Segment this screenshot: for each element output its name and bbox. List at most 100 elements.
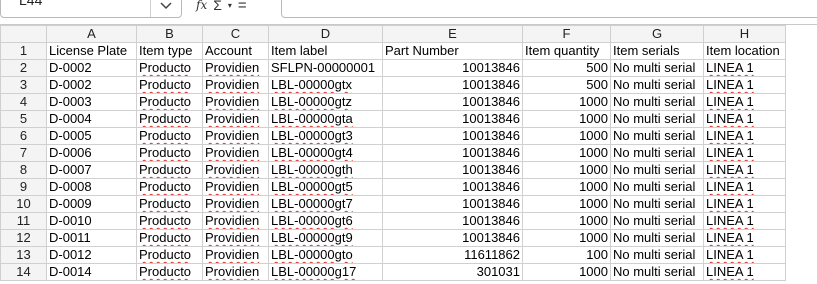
row-header[interactable]: 13 [0, 246, 47, 264]
cell-item-quantity[interactable]: 1000 [522, 127, 611, 145]
header-cell-item-quantity[interactable]: Item quantity [522, 42, 611, 60]
cell-part-number[interactable]: 10013846 [382, 144, 523, 162]
cell-part-number[interactable]: 10013846 [382, 76, 523, 94]
cell-item-location[interactable]: LINEA 1 [703, 178, 786, 196]
cell-item-quantity[interactable]: 1000 [522, 212, 611, 230]
cell-item-label[interactable]: LBL-00000gtx [268, 76, 383, 94]
column-header-g[interactable]: G [610, 25, 704, 43]
column-header-b[interactable]: B [136, 25, 203, 43]
cell-account[interactable]: Providien [202, 59, 269, 77]
cell-item-location[interactable]: LINEA 1 [703, 110, 786, 128]
cell-item-label[interactable]: LBL-00000gth [268, 161, 383, 179]
cell-item-label[interactable]: LBL-00000gt4 [268, 144, 383, 162]
cell-item-quantity[interactable]: 500 [522, 59, 611, 77]
cell-account[interactable]: Providien [202, 212, 269, 230]
function-wizard-icon[interactable]: fx [196, 0, 207, 12]
cell-item-type[interactable]: Producto [136, 246, 203, 264]
select-all-corner[interactable] [0, 25, 47, 43]
cell-item-quantity[interactable]: 1000 [522, 161, 611, 179]
cell-item-location[interactable]: LINEA 1 [703, 59, 786, 77]
cell-item-quantity[interactable]: 1000 [522, 110, 611, 128]
row-header[interactable]: 14 [0, 263, 47, 281]
cell-item-serials[interactable]: No multi serial [610, 178, 704, 196]
cell-part-number[interactable]: 10013846 [382, 161, 523, 179]
cell-item-type[interactable]: Producto [136, 263, 203, 281]
cell-account[interactable]: Providien [202, 263, 269, 281]
cell-license-plate[interactable]: D-0012 [46, 246, 137, 264]
cell-item-quantity[interactable]: 1000 [522, 195, 611, 213]
header-cell-item-label[interactable]: Item label [268, 42, 383, 60]
column-header-a[interactable]: A [46, 25, 137, 43]
cell-item-label[interactable]: LBL-00000gta [268, 110, 383, 128]
cell-item-quantity[interactable]: 1000 [522, 229, 611, 247]
cell-item-quantity[interactable]: 1000 [522, 144, 611, 162]
column-header-h[interactable]: H [703, 25, 786, 43]
cell-account[interactable]: Providien [202, 161, 269, 179]
header-cell-item-serials[interactable]: Item serials [610, 42, 704, 60]
cell-item-type[interactable]: Producto [136, 110, 203, 128]
sum-icon[interactable]: Σ [213, 0, 222, 13]
formula-icon[interactable]: = [238, 0, 247, 14]
cell-item-quantity[interactable]: 100 [522, 246, 611, 264]
row-header[interactable]: 8 [0, 161, 47, 179]
row-header[interactable]: 9 [0, 178, 47, 196]
formula-input[interactable] [281, 0, 817, 18]
cell-part-number[interactable]: 10013846 [382, 195, 523, 213]
cell-part-number[interactable]: 301031 [382, 263, 523, 281]
cell-part-number[interactable]: 10013846 [382, 110, 523, 128]
header-cell-account[interactable]: Account [202, 42, 269, 60]
cell-item-type[interactable]: Producto [136, 127, 203, 145]
row-header[interactable]: 12 [0, 229, 47, 247]
cell-item-serials[interactable]: No multi serial [610, 161, 704, 179]
cell-part-number[interactable]: 10013846 [382, 178, 523, 196]
cell-item-serials[interactable]: No multi serial [610, 195, 704, 213]
cell-item-type[interactable]: Producto [136, 178, 203, 196]
cell-item-location[interactable]: LINEA 1 [703, 195, 786, 213]
cell-item-label[interactable]: LBL-00000gt9 [268, 229, 383, 247]
column-header-d[interactable]: D [268, 25, 383, 43]
row-header[interactable]: 1 [0, 42, 47, 60]
chevron-down-icon[interactable] [150, 0, 181, 17]
header-cell-part-number[interactable]: Part Number [382, 42, 523, 60]
row-header[interactable]: 5 [0, 110, 47, 128]
cell-item-type[interactable]: Producto [136, 195, 203, 213]
cell-account[interactable]: Providien [202, 229, 269, 247]
row-header[interactable]: 10 [0, 195, 47, 213]
cell-item-serials[interactable]: No multi serial [610, 93, 704, 111]
cell-account[interactable]: Providien [202, 110, 269, 128]
row-header[interactable]: 11 [0, 212, 47, 230]
cell-license-plate[interactable]: D-0014 [46, 263, 137, 281]
cell-item-type[interactable]: Producto [136, 93, 203, 111]
cell-item-label[interactable]: LBL-00000gt5 [268, 178, 383, 196]
cell-item-type[interactable]: Producto [136, 161, 203, 179]
cell-item-serials[interactable]: No multi serial [610, 127, 704, 145]
cell-item-label[interactable]: LBL-00000g17 [268, 263, 383, 281]
cell-item-label[interactable]: SFLPN-00000001 [268, 59, 383, 77]
cell-item-location[interactable]: LINEA 1 [703, 212, 786, 230]
cell-item-serials[interactable]: No multi serial [610, 144, 704, 162]
cell-item-label[interactable]: LBL-00000gt7 [268, 195, 383, 213]
cell-item-serials[interactable]: No multi serial [610, 59, 704, 77]
cell-item-quantity[interactable]: 1000 [522, 93, 611, 111]
cell-license-plate[interactable]: D-0003 [46, 93, 137, 111]
cell-item-location[interactable]: LINEA 1 [703, 127, 786, 145]
row-header[interactable]: 4 [0, 93, 47, 111]
cell-license-plate[interactable]: D-0008 [46, 178, 137, 196]
row-header[interactable]: 3 [0, 76, 47, 94]
cell-part-number[interactable]: 11611862 [382, 246, 523, 264]
cell-item-serials[interactable]: No multi serial [610, 110, 704, 128]
cell-account[interactable]: Providien [202, 246, 269, 264]
row-header[interactable]: 6 [0, 127, 47, 145]
cell-license-plate[interactable]: D-0006 [46, 144, 137, 162]
row-header[interactable]: 7 [0, 144, 47, 162]
row-header[interactable]: 2 [0, 59, 47, 77]
cell-item-location[interactable]: LINEA 1 [703, 144, 786, 162]
cell-part-number[interactable]: 10013846 [382, 59, 523, 77]
cell-part-number[interactable]: 10013846 [382, 127, 523, 145]
cell-item-quantity[interactable]: 1000 [522, 263, 611, 281]
cell-account[interactable]: Providien [202, 178, 269, 196]
cell-item-location[interactable]: LINEA 1 [703, 161, 786, 179]
header-cell-license-plate[interactable]: License Plate [46, 42, 137, 60]
cell-item-label[interactable]: LBL-00000gtz [268, 93, 383, 111]
cell-part-number[interactable]: 10013846 [382, 212, 523, 230]
